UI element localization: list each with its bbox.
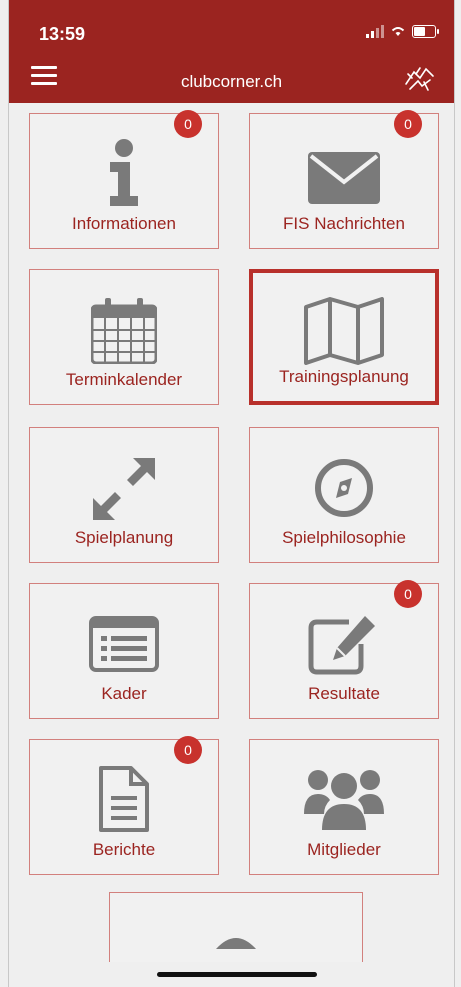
tile-spielphilosophie[interactable]: Spielphilosophie xyxy=(249,427,439,563)
tile-partial[interactable] xyxy=(109,892,363,962)
informationen-badge: 0 xyxy=(174,110,202,138)
info-icon xyxy=(110,139,138,206)
tile-label: Spielplanung xyxy=(74,528,174,547)
map-icon xyxy=(304,297,384,365)
tile-kader[interactable]: Kader xyxy=(29,583,219,719)
tile-fis-nachrichten[interactable]: 0 FIS Nachrichten xyxy=(249,110,439,249)
tile-label: Trainingsplanung xyxy=(279,367,409,386)
phone-screen: 13:59 clubcorner.ch 0 Informationen 0 FI… xyxy=(8,0,455,987)
tile-label: Kader xyxy=(101,684,147,703)
berichte-badge: 0 xyxy=(174,736,202,764)
tile-terminkalender[interactable]: Terminkalender xyxy=(29,269,219,405)
tile-informationen[interactable]: 0 Informationen xyxy=(29,110,219,249)
group-icon xyxy=(304,770,384,830)
signal-icon xyxy=(366,24,384,38)
tile-trainingsplanung[interactable]: Trainingsplanung xyxy=(249,269,439,405)
tile-label: Mitglieder xyxy=(307,840,381,859)
tile-resultate[interactable]: 0 Resultate xyxy=(249,580,439,719)
tile-label: Informationen xyxy=(72,214,176,233)
tile-mitglieder[interactable]: Mitglieder xyxy=(249,739,439,875)
tile-label: Berichte xyxy=(92,840,156,859)
tile-label: FIS Nachrichten xyxy=(283,214,405,233)
list-card-icon xyxy=(89,616,159,672)
resultate-badge: 0 xyxy=(394,580,422,608)
tile-spielplanung[interactable]: Spielplanung xyxy=(29,427,219,563)
calendar-icon xyxy=(91,298,157,364)
document-icon xyxy=(99,766,149,832)
tile-label: Terminkalender xyxy=(65,370,183,389)
expand-arrows-icon xyxy=(93,458,155,520)
home-indicator[interactable] xyxy=(157,972,317,977)
envelope-icon xyxy=(308,152,380,204)
fis-nachrichten-badge: 0 xyxy=(394,110,422,138)
tile-label: Resultate xyxy=(308,684,380,703)
app-title: clubcorner.ch xyxy=(180,72,283,91)
status-time: 13:59 xyxy=(39,24,86,44)
edit-icon xyxy=(308,616,375,675)
battery-icon xyxy=(412,24,439,38)
chevron-up-icon xyxy=(216,938,256,949)
tile-label: Spielphilosophie xyxy=(282,528,406,547)
logo-icon[interactable] xyxy=(402,64,438,94)
compass-icon xyxy=(315,459,373,517)
wifi-icon xyxy=(391,27,405,36)
app-header: 13:59 clubcorner.ch xyxy=(9,0,454,103)
status-icons xyxy=(366,24,439,38)
tile-berichte[interactable]: 0 Berichte xyxy=(29,736,219,875)
